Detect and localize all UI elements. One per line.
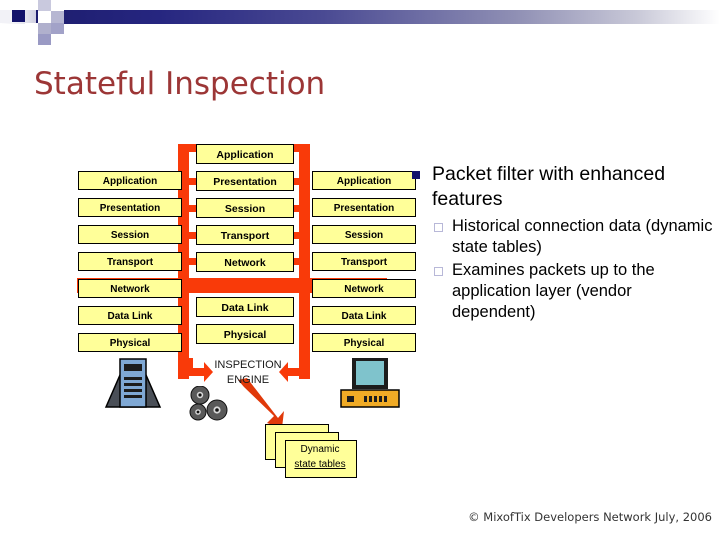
inspection-engine-label: INSPECTION ENGINE (196, 358, 300, 388)
sub-bullet-item: Examines packets up to the application l… (434, 260, 720, 323)
osi-layer-box: Presentation (312, 198, 416, 217)
hollow-square-bullet-icon (434, 223, 443, 232)
osi-layer-box: Transport (312, 252, 416, 271)
sub-bullet-text: Historical connection data (dynamic stat… (452, 217, 713, 256)
osi-layer-box: Application (312, 171, 416, 190)
osi-layer-box: Session (196, 198, 294, 218)
osi-layer-box: Data Link (78, 306, 182, 325)
dynamic-state-tables-stack: Dynamic state tables (265, 424, 365, 478)
osi-layer-box: Session (78, 225, 182, 244)
osi-layer-box: Network (78, 279, 182, 298)
osi-layer-box: Presentation (78, 198, 182, 217)
sub-bullet-text: Examines packets up to the application l… (452, 261, 655, 321)
dynamic-state-tables-label: Dynamic state tables (287, 442, 353, 472)
osi-layer-box: Data Link (312, 306, 416, 325)
osi-layer-box: Transport (78, 252, 182, 271)
osi-layer-box: Transport (196, 225, 294, 245)
square-bullet-icon (412, 171, 420, 179)
osi-layer-box: Application (78, 171, 182, 190)
host-osi-stack-right: Application Presentation Session Transpo… (312, 171, 416, 360)
osi-layer-box: Data Link (196, 297, 294, 317)
bullet-main-text: Packet filter with enhanced features (432, 163, 666, 210)
inspection-engine-line2: ENGINE (226, 374, 270, 386)
hollow-square-bullet-icon (434, 267, 443, 276)
osi-layer-box: Application (196, 144, 294, 164)
osi-layer-box: Network (312, 279, 416, 298)
bullet-item-main: Packet filter with enhanced features (412, 162, 720, 212)
sub-bullet-item: Historical connection data (dynamic stat… (434, 216, 720, 258)
host-osi-stack-left: Application Presentation Session Transpo… (78, 171, 182, 360)
server-tower-icon (102, 357, 164, 414)
gears-icon (186, 385, 230, 427)
osi-layer-box: Physical (78, 333, 182, 352)
firewall-osi-stack: Application Presentation Session Transpo… (196, 144, 294, 351)
osi-layer-box: Network (196, 252, 294, 272)
copyright-footer: © MixofTix Developers Network July, 2006 (468, 510, 712, 524)
osi-layer-box: Physical (196, 324, 294, 344)
state-tables-line1: Dynamic (300, 444, 340, 455)
stateful-inspection-diagram: Application Presentation Session Transpo… (0, 0, 430, 540)
inspection-engine-line1: INSPECTION (214, 359, 282, 371)
osi-layer-box: Presentation (196, 171, 294, 191)
bullet-list: Packet filter with enhanced features His… (412, 162, 720, 323)
osi-layer-box: Session (312, 225, 416, 244)
sub-bullet-list: Historical connection data (dynamic stat… (434, 216, 720, 323)
desktop-computer-icon (338, 357, 402, 414)
state-tables-line2: state tables (294, 459, 346, 470)
osi-layer-box: Physical (312, 333, 416, 352)
